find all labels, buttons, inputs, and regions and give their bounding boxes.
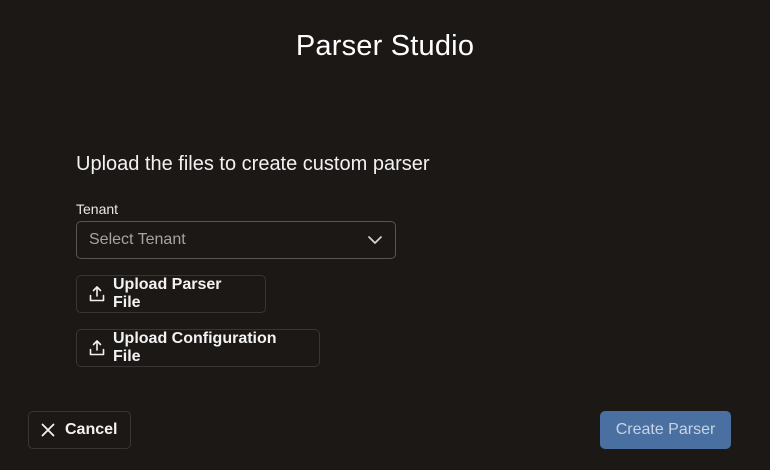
cancel-button[interactable]: Cancel bbox=[28, 411, 131, 449]
upload-configuration-file-button[interactable]: Upload Configuration File bbox=[76, 329, 320, 367]
tenant-select[interactable]: Select Tenant bbox=[76, 221, 396, 259]
form-subtitle: Upload the files to create custom parser bbox=[76, 153, 430, 175]
tenant-label: Tenant bbox=[76, 201, 119, 217]
close-icon bbox=[40, 422, 56, 438]
cancel-label: Cancel bbox=[65, 421, 118, 438]
upload-configuration-file-label: Upload Configuration File bbox=[113, 330, 277, 365]
create-parser-label: Create Parser bbox=[615, 421, 716, 438]
tenant-select-placeholder: Select Tenant bbox=[89, 231, 186, 248]
upload-icon bbox=[88, 285, 106, 303]
upload-parser-file-button[interactable]: Upload Parser File bbox=[76, 275, 266, 313]
create-parser-button[interactable]: Create Parser bbox=[600, 411, 731, 449]
chevron-down-icon bbox=[367, 232, 383, 248]
parser-studio-page: Parser Studio Upload the files to create… bbox=[0, 0, 770, 470]
page-title: Parser Studio bbox=[295, 30, 475, 62]
upload-parser-file-label: Upload Parser File bbox=[113, 276, 222, 311]
upload-icon bbox=[88, 339, 106, 357]
